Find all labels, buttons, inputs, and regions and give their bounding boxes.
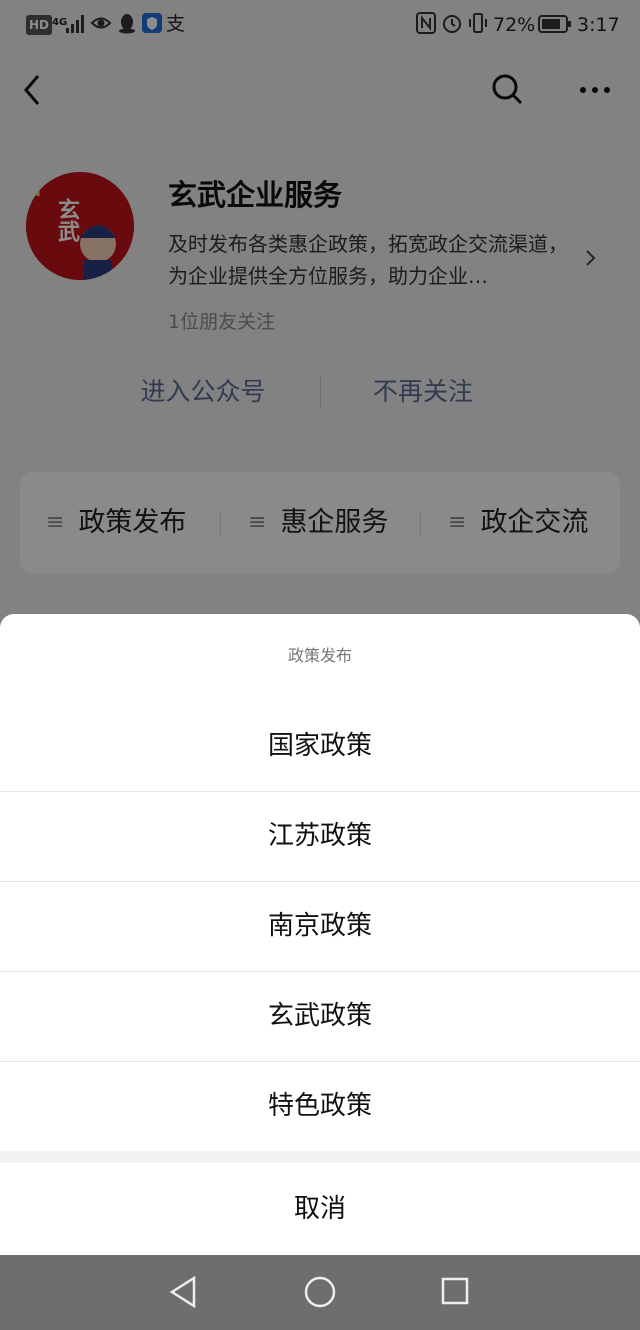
sheet-title: 政策发布 (287, 646, 352, 665)
option-nanjing-policy[interactable]: 南京政策 (0, 881, 640, 972)
nav-home-icon[interactable] (303, 1275, 337, 1313)
action-sheet: 政策发布 国家政策 江苏政策 南京政策 玄武政策 特色政策 取消 (0, 614, 640, 1255)
cancel-button[interactable]: 取消 (0, 1163, 640, 1255)
option-national-policy[interactable]: 国家政策 (0, 701, 640, 792)
option-special-policy[interactable]: 特色政策 (0, 1061, 640, 1151)
sheet-gap (0, 1151, 640, 1163)
nav-back-icon[interactable] (168, 1275, 200, 1313)
option-xuanwu-policy[interactable]: 玄武政策 (0, 971, 640, 1062)
system-nav-bar (0, 1255, 640, 1330)
nav-recents-icon[interactable] (440, 1276, 470, 1310)
option-jiangsu-policy[interactable]: 江苏政策 (0, 791, 640, 882)
